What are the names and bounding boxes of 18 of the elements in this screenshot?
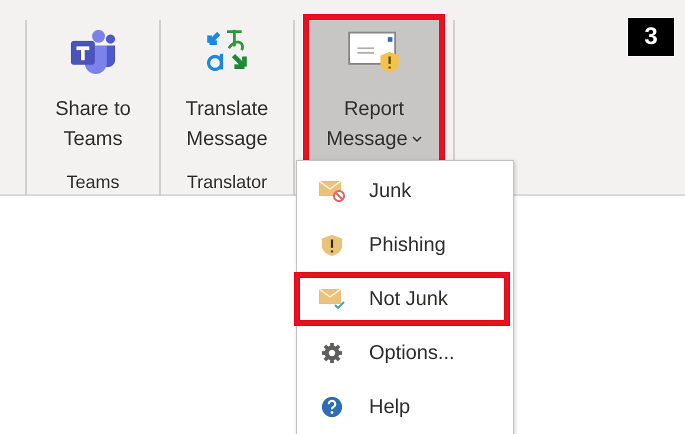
menu-item[interactable]: Options... <box>297 326 513 380</box>
group-label: Translator <box>186 172 268 194</box>
menu-item[interactable]: Help <box>297 380 513 434</box>
ribbon-button[interactable]: Report Message <box>309 20 439 162</box>
help-icon <box>319 396 345 418</box>
envelope-check-icon <box>319 288 345 310</box>
ribbon-button[interactable]: Translate Message <box>175 20 279 162</box>
ribbon-button[interactable]: Share to Teams <box>41 20 145 162</box>
teams-icon <box>70 28 116 74</box>
shield-warning-icon <box>319 234 345 256</box>
menu-item[interactable]: Phishing <box>297 218 513 272</box>
menu-item[interactable]: Junk <box>297 164 513 218</box>
group-label: Teams <box>66 172 120 194</box>
menu-item[interactable]: Not Junk <box>294 272 510 326</box>
step-badge: 3 <box>628 18 674 56</box>
settings-icon <box>319 342 345 364</box>
translate-icon <box>204 28 250 74</box>
envelope-blocked-icon <box>319 180 345 202</box>
